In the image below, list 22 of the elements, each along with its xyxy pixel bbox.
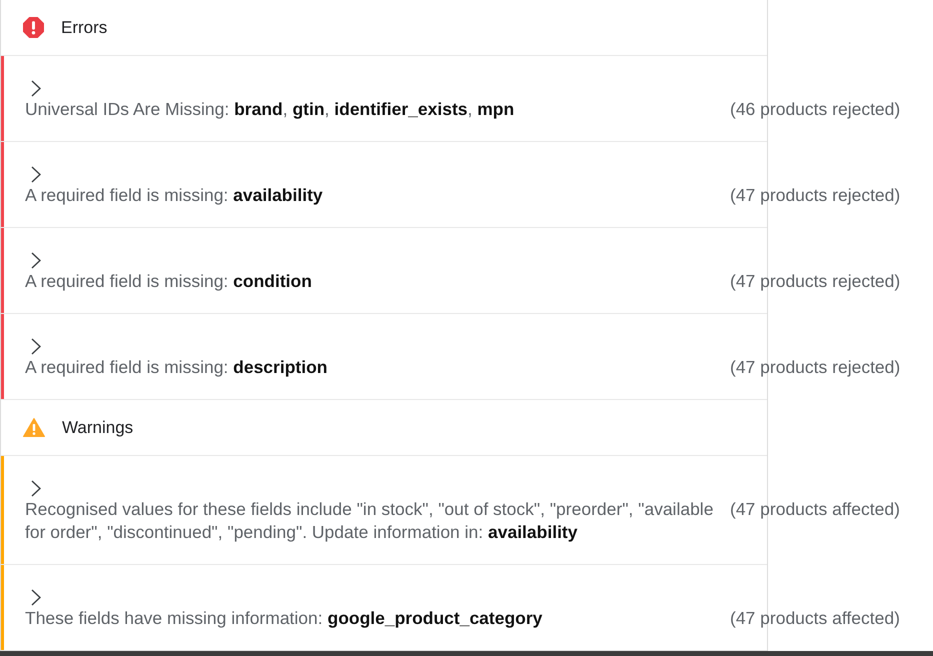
alert-octagon-icon: [23, 17, 44, 38]
chevron-icon[interactable]: [31, 480, 41, 497]
issue-message: These fields have missing information: google_product_category: [25, 607, 544, 630]
issue-count: (46 products rejected): [730, 98, 900, 121]
issue-count: (47 products rejected): [730, 184, 900, 207]
issue-message: A required field is missing: availability: [25, 184, 324, 207]
section-title: Errors: [61, 16, 108, 39]
chevron-icon[interactable]: [31, 589, 41, 606]
chevron-icon[interactable]: [31, 166, 41, 183]
issue-count: (47 products affected): [730, 498, 900, 521]
issue-message: A required field is missing: condition: [25, 270, 313, 293]
section-title: Warnings: [62, 416, 134, 439]
chevron-icon[interactable]: [31, 80, 41, 97]
issue-message: Recognised values for these fields include "in stock", "out of stock", "preorder", "available for order", "discontinued", "pending". Update information in: availability: [25, 498, 714, 544]
chevron-icon[interactable]: [31, 338, 41, 355]
chevron-icon[interactable]: [31, 252, 41, 269]
warning-triangle-icon: [23, 418, 45, 437]
issue-message: Universal IDs Are Missing: brand, gtin, identifier_exists, mpn: [25, 98, 516, 121]
issue-count: (47 products affected): [730, 607, 900, 630]
issue-message: A required field is missing: description: [25, 356, 328, 379]
issue-count: (47 products rejected): [730, 356, 900, 379]
issue-count: (47 products rejected): [730, 270, 900, 293]
